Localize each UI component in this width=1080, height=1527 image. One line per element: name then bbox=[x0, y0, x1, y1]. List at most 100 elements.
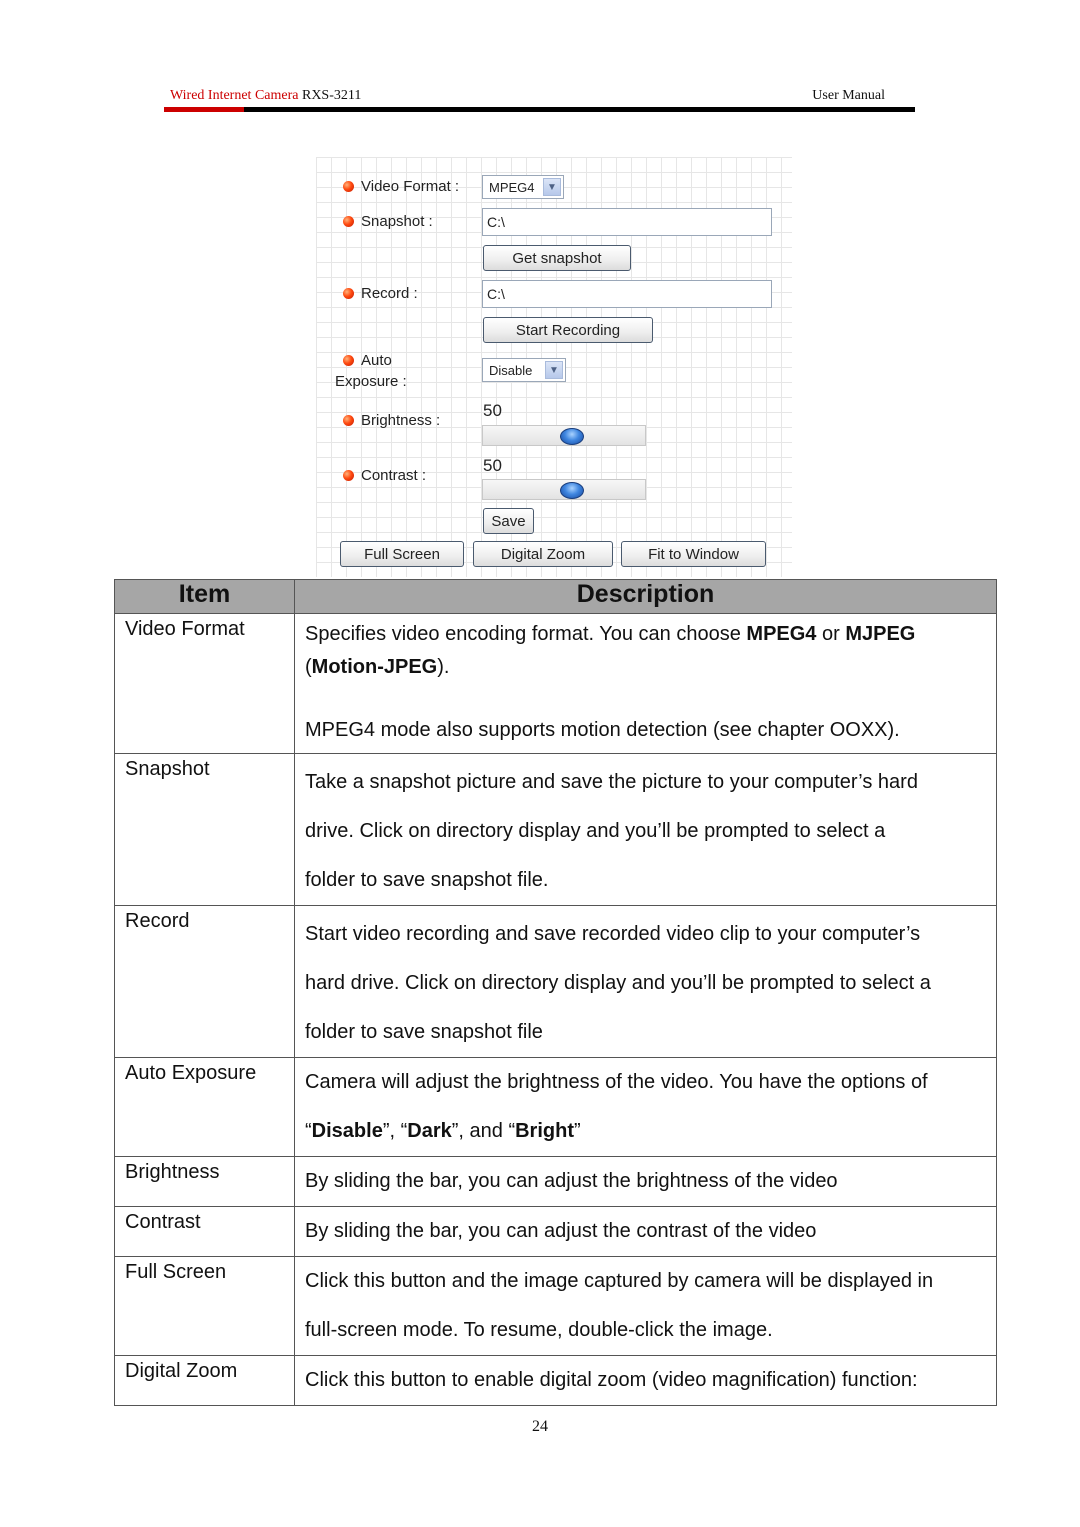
description-line: Start video recording and save recorded … bbox=[305, 910, 986, 959]
auto-exposure-select[interactable]: Disable ▼ bbox=[482, 358, 566, 382]
bullet-icon bbox=[343, 355, 354, 366]
bold-term: Dark bbox=[407, 1120, 452, 1142]
digital-zoom-button[interactable]: Digital Zoom bbox=[473, 541, 613, 567]
text-run: drive. Click on directory display and yo… bbox=[305, 820, 886, 842]
column-header-description: Description bbox=[294, 579, 997, 614]
contrast-slider[interactable] bbox=[482, 479, 646, 500]
item-cell: Auto Exposure bbox=[114, 1057, 295, 1157]
record-label: Record : bbox=[361, 285, 418, 302]
text-run: ” bbox=[574, 1120, 581, 1142]
text-run: Click this button to enable digital zoom… bbox=[305, 1369, 918, 1391]
text-run: Take a snapshot picture and save the pic… bbox=[305, 771, 918, 793]
text-run: ”, and “ bbox=[451, 1120, 516, 1142]
snapshot-path-field[interactable]: C:\ bbox=[482, 208, 772, 236]
video-format-select[interactable]: MPEG4 ▼ bbox=[482, 175, 564, 199]
item-cell: Video Format bbox=[114, 613, 295, 754]
table-row: Full Screen Click this button and the ima… bbox=[114, 1256, 997, 1356]
item-cell: Contrast bbox=[114, 1206, 295, 1257]
bold-term: MPEG4 bbox=[746, 623, 817, 645]
description-cell: Click this button and the image captured… bbox=[294, 1256, 997, 1356]
save-button[interactable]: Save bbox=[483, 508, 534, 534]
text-run: Click this button and the image captured… bbox=[305, 1270, 934, 1292]
description-line: (Motion-JPEG). bbox=[305, 651, 986, 684]
text-run: “ bbox=[305, 1120, 312, 1142]
auto-exposure-value: Disable bbox=[489, 362, 533, 378]
bold-term: Motion-JPEG bbox=[311, 656, 438, 678]
header-doc-type: User Manual bbox=[812, 88, 885, 103]
header-brand: Wired Internet Camera bbox=[170, 88, 299, 103]
brightness-slider-thumb[interactable] bbox=[560, 428, 584, 445]
header-title: Wired Internet Camera RXS-3211 bbox=[164, 88, 361, 104]
snapshot-label: Snapshot : bbox=[361, 213, 433, 230]
description-line: By sliding the bar, you can adjust the c… bbox=[305, 1207, 986, 1256]
video-format-value: MPEG4 bbox=[489, 179, 535, 195]
bullet-icon bbox=[343, 470, 354, 481]
bullet-icon bbox=[343, 415, 354, 426]
table-row: Snapshot Take a snapshot picture and save… bbox=[114, 753, 997, 906]
description-cell: Specifies video encoding format. You can… bbox=[294, 613, 997, 754]
description-line: “Disable”, “Dark”, and “Bright” bbox=[305, 1107, 986, 1156]
start-recording-button[interactable]: Start Recording bbox=[483, 317, 653, 343]
description-line: Click this button to enable digital zoom… bbox=[305, 1356, 986, 1405]
text-run: folder to save snapshot file bbox=[305, 1021, 543, 1043]
chevron-down-icon[interactable]: ▼ bbox=[545, 361, 563, 379]
full-screen-button[interactable]: Full Screen bbox=[340, 541, 464, 567]
brightness-slider[interactable] bbox=[482, 425, 646, 446]
text-run: Camera will adjust the brightness of the… bbox=[305, 1071, 928, 1093]
page-header: Wired Internet Camera RXS-3211 User Manu… bbox=[164, 88, 915, 112]
description-line: MPEG4 mode also supports motion detectio… bbox=[305, 714, 986, 747]
record-path-field[interactable]: C:\ bbox=[482, 280, 772, 308]
item-cell: Digital Zoom bbox=[114, 1355, 295, 1406]
description-line: Click this button and the image captured… bbox=[305, 1257, 986, 1306]
table-body: Video Format Specifies video encoding for… bbox=[114, 613, 997, 1406]
text-run: By sliding the bar, you can adjust the b… bbox=[305, 1170, 838, 1192]
text-run: Specifies video encoding format. You can… bbox=[305, 623, 747, 645]
text-run: or bbox=[816, 623, 846, 645]
auto-exposure-label-line2: Exposure : bbox=[335, 373, 407, 390]
contrast-slider-thumb[interactable] bbox=[560, 482, 584, 499]
description-line: hard drive. Click on directory display a… bbox=[305, 959, 986, 1008]
description-cell: By sliding the bar, you can adjust the b… bbox=[294, 1156, 997, 1207]
chevron-down-icon[interactable]: ▼ bbox=[543, 178, 561, 196]
item-description-table: Item Description Video Format Specifies v… bbox=[114, 579, 997, 1406]
brightness-value: 50 bbox=[483, 401, 502, 420]
contrast-label: Contrast : bbox=[361, 467, 427, 484]
text-run: ). bbox=[437, 656, 450, 678]
fit-to-window-button[interactable]: Fit to Window bbox=[621, 541, 766, 567]
table-row: Brightness By sliding the bar, you can ad… bbox=[114, 1156, 997, 1207]
description-cell: Click this button to enable digital zoom… bbox=[294, 1355, 997, 1406]
text-run: full-screen mode. To resume, double-clic… bbox=[305, 1319, 773, 1341]
description-cell: Start video recording and save recorded … bbox=[294, 905, 997, 1058]
text-run: hard drive. Click on directory display a… bbox=[305, 972, 931, 994]
description-line: Specifies video encoding format. You can… bbox=[305, 618, 986, 651]
text-run: ”, “ bbox=[382, 1120, 408, 1142]
text-run: By sliding the bar, you can adjust the c… bbox=[305, 1220, 817, 1242]
column-header-item: Item bbox=[114, 579, 295, 614]
table-row: Record Start video recording and save rec… bbox=[114, 905, 997, 1058]
page-number: 24 bbox=[532, 1418, 548, 1435]
get-snapshot-button[interactable]: Get snapshot bbox=[483, 245, 631, 271]
auto-exposure-label-line1: Auto bbox=[361, 352, 392, 369]
text-run: Start video recording and save recorded … bbox=[305, 923, 921, 945]
description-line: drive. Click on directory display and yo… bbox=[305, 807, 986, 856]
description-cell: By sliding the bar, you can adjust the c… bbox=[294, 1206, 997, 1257]
description-line: folder to save snapshot file. bbox=[305, 856, 986, 905]
bullet-icon bbox=[343, 288, 354, 299]
contrast-value: 50 bbox=[483, 456, 502, 475]
brightness-label: Brightness : bbox=[361, 412, 441, 429]
description-line: full-screen mode. To resume, double-clic… bbox=[305, 1306, 986, 1355]
item-cell: Brightness bbox=[114, 1156, 295, 1207]
description-cell: Take a snapshot picture and save the pic… bbox=[294, 753, 997, 906]
header-rule bbox=[164, 107, 915, 112]
text-run: MPEG4 mode also supports motion detectio… bbox=[305, 719, 900, 741]
description-line: By sliding the bar, you can adjust the b… bbox=[305, 1157, 986, 1206]
text-run: ( bbox=[305, 656, 312, 678]
bold-term: MJPEG bbox=[845, 623, 916, 645]
text-run: folder to save snapshot file. bbox=[305, 869, 549, 891]
table-row: Auto Exposure Camera will adjust the brig… bbox=[114, 1057, 997, 1157]
bold-term: Bright bbox=[515, 1120, 574, 1142]
item-cell: Snapshot bbox=[114, 753, 295, 906]
camera-settings-panel: Video Format : MPEG4 ▼ Snapshot : C:\ Ge… bbox=[316, 157, 792, 577]
description-cell: Camera will adjust the brightness of the… bbox=[294, 1057, 997, 1157]
table-header-row: Item Description bbox=[114, 579, 997, 614]
